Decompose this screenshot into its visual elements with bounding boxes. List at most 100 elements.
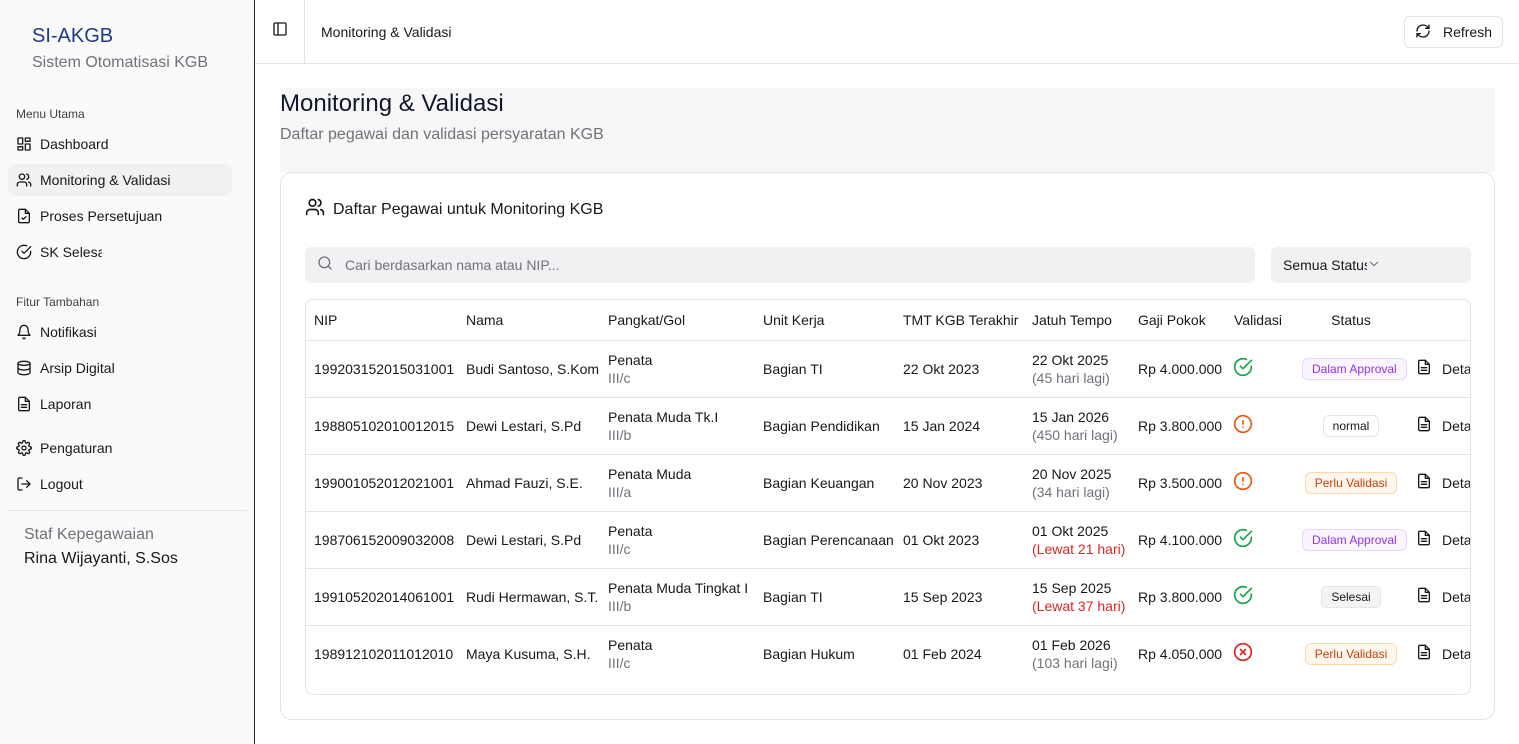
detail-button[interactable]: Detail: [1416, 644, 1471, 663]
settings-menu: Pengaturan Logout: [0, 432, 254, 500]
sidebar-item-logout[interactable]: Logout: [8, 468, 232, 500]
check-circle-icon: [1233, 357, 1253, 377]
cell-tmt: 01 Okt 2023: [895, 511, 1024, 569]
due-remaining: (34 hari lagi): [1032, 483, 1110, 500]
file-text-icon: [1416, 473, 1432, 492]
detail-label: Detail: [1442, 588, 1471, 605]
cell-status: Perlu Validasi: [1294, 625, 1408, 682]
sidebar: SI-AKGB Sistem Otomatisasi KGB Menu Utam…: [0, 0, 255, 744]
sidebar-toggle-button[interactable]: [255, 0, 305, 64]
alert-circle-icon: [1233, 414, 1253, 434]
golongan: III/c: [608, 369, 631, 386]
sidebar-item-label: Proses Persetujuan: [40, 208, 163, 224]
status-filter-select[interactable]: Semua Status: [1271, 247, 1471, 283]
pangkat-name: Penata: [608, 351, 653, 368]
detail-label: Detail: [1442, 645, 1471, 662]
col-header-pangkat: Pangkat/Gol: [600, 300, 755, 341]
sidebar-item-dashboard[interactable]: Dashboard: [8, 128, 232, 160]
table-row: 199105202014061001 Rudi Hermawan, S.T. Pen…: [306, 568, 1471, 626]
due-remaining: (Lewat 37 hari): [1032, 597, 1126, 614]
cell-gaji: Rp 3.800.000: [1130, 568, 1226, 626]
col-header-gaji: Gaji Pokok: [1130, 300, 1226, 341]
col-header-nip: NIP: [306, 300, 458, 341]
cell-status: normal: [1294, 397, 1408, 455]
sidebar-item-laporan[interactable]: Laporan: [8, 388, 232, 420]
cell-validasi: [1226, 625, 1294, 682]
detail-button[interactable]: Detail: [1416, 530, 1471, 549]
sidebar-item-label: Pengaturan: [40, 440, 113, 456]
menu-group-label-extra: Fitur Tambahan: [16, 295, 100, 309]
due-remaining: (450 hari lagi): [1032, 426, 1118, 443]
col-header-jatuh-tempo: Jatuh Tempo: [1024, 300, 1130, 341]
sidebar-item-arsip-digital[interactable]: Arsip Digital: [8, 352, 232, 384]
golongan: III/a: [608, 483, 632, 500]
refresh-label: Refresh: [1442, 24, 1493, 40]
refresh-button[interactable]: Refresh: [1404, 16, 1503, 48]
cell-nama: Rudi Hermawan, S.T.: [458, 568, 600, 626]
check-circle-icon: [1233, 528, 1253, 548]
table-header-row: NIP Nama Pangkat/Gol Unit Kerja TMT KGB …: [306, 300, 1470, 341]
detail-button[interactable]: Detail: [1416, 416, 1470, 435]
sidebar-item-monitoring[interactable]: Monitoring & Validasi: [8, 164, 232, 196]
refresh-icon: [1415, 23, 1431, 42]
pangkat-name: Penata: [608, 636, 653, 653]
status-badge: Perlu Validasi: [1304, 642, 1398, 665]
gear-icon: [16, 440, 32, 456]
users-icon: [16, 172, 32, 188]
cell-pangkat: Penata Muda III/a: [600, 454, 755, 512]
cell-validasi: [1226, 397, 1294, 455]
cell-nip: 198912102011012010: [314, 645, 454, 662]
search-box: [305, 247, 1255, 283]
file-text-icon: [1416, 587, 1432, 606]
detail-label: Detail: [1442, 360, 1471, 377]
topbar: Monitoring & Validasi Refresh: [255, 0, 1519, 64]
cell-pangkat: Penata III/c: [600, 625, 755, 682]
detail-label: Detail: [1442, 531, 1471, 548]
cell-jatuh-tempo: 15 Sep 2025 (Lewat 37 hari): [1024, 568, 1130, 626]
card-header: Daftar Pegawai untuk Monitoring KGB: [305, 197, 603, 222]
sidebar-item-proses-persetujuan[interactable]: Proses Persetujuan: [8, 200, 232, 232]
due-remaining: (45 hari lagi): [1032, 369, 1110, 386]
brand: SI-AKGB Sistem Otomatisasi KGB: [0, 0, 254, 73]
file-text-icon: [1416, 530, 1432, 549]
user-info: Staf Kepegawaian Rina Wijayanti, S.Sos: [0, 511, 254, 569]
user-role: Staf Kepegawaian: [24, 526, 154, 543]
breadcrumb: Monitoring & Validasi: [321, 23, 452, 40]
employee-card: Daftar Pegawai untuk Monitoring KGB Semu…: [280, 172, 1495, 720]
panel-left-icon: [272, 21, 288, 42]
table-body: 199203152015031001 Budi Santoso, S.Kom Pen…: [306, 340, 1471, 682]
cell-status: Perlu Validasi: [1294, 454, 1408, 512]
file-text-icon: [1416, 359, 1432, 378]
sidebar-item-pengaturan[interactable]: Pengaturan: [8, 432, 232, 464]
sidebar-item-label: Monitoring & Validasi: [40, 172, 171, 188]
detail-button[interactable]: Detail: [1416, 473, 1470, 492]
cell-action: Detail: [1408, 340, 1471, 398]
chevron-down-icon: [1367, 257, 1381, 274]
sidebar-item-notifikasi[interactable]: Notifikasi: [8, 316, 232, 348]
employee-table-wrapper: NIP Nama Pangkat/Gol Unit Kerja TMT KGB …: [305, 299, 1471, 695]
cell-validasi: [1226, 340, 1294, 398]
pangkat-name: Penata Muda Tingkat I: [608, 579, 749, 596]
status-badge: Selesai: [1321, 585, 1381, 608]
col-header-unit: Unit Kerja: [755, 300, 895, 341]
cell-nama: Maya Kusuma, S.H.: [466, 645, 591, 662]
table-row: 198805102010012015 Dewi Lestari, S.Pd Pena…: [306, 397, 1470, 455]
check-circle-icon: [16, 244, 32, 260]
detail-button[interactable]: Detail: [1416, 587, 1471, 606]
cell-action: Detail: [1408, 568, 1471, 626]
cell-nama: Ahmad Fauzi, S.E.: [458, 454, 600, 512]
col-header-tmt: TMT KGB Terakhir: [895, 300, 1024, 341]
detail-button[interactable]: Detail: [1416, 359, 1471, 378]
cell-status: Dalam Approval: [1294, 511, 1408, 569]
users-icon: [305, 197, 325, 222]
page-subtitle: Daftar pegawai dan validasi persyaratan …: [280, 126, 604, 143]
cell-pangkat: Penata III/c: [600, 340, 755, 398]
check-circle-icon: [1233, 585, 1253, 605]
due-date: 15 Jan 2026: [1032, 408, 1110, 425]
pangkat-name: Penata Muda Tk.I: [608, 408, 719, 425]
table-row: 199001052012021001 Ahmad Fauzi, S.E. Penat…: [306, 454, 1470, 512]
dashboard-icon: [16, 136, 32, 152]
due-date: 20 Nov 2025: [1032, 465, 1112, 482]
search-input[interactable]: [345, 257, 1225, 273]
sidebar-item-sk-selesai[interactable]: SK Selesai: [8, 236, 232, 268]
